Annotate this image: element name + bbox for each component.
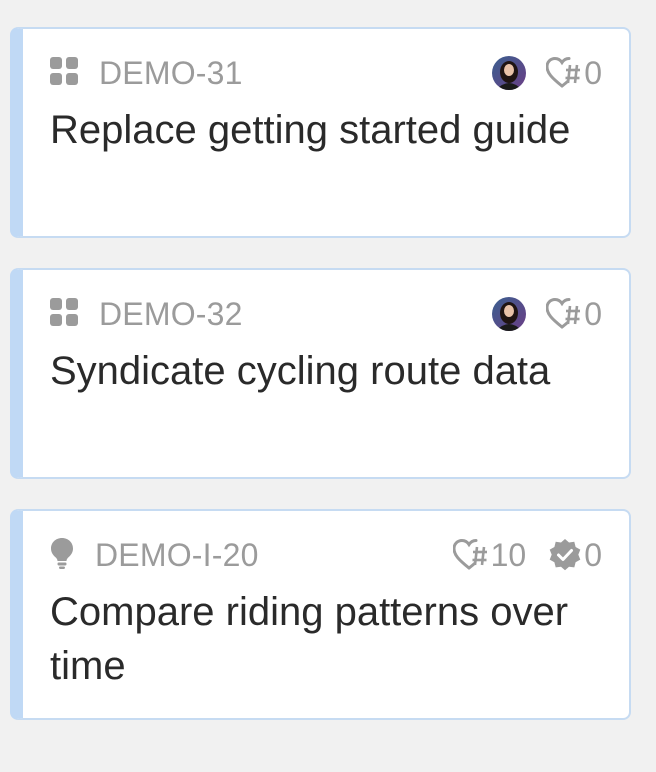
card-meta: DEMO-32 0 <box>50 294 602 334</box>
heart-hash-icon <box>546 57 581 88</box>
card-ref-id[interactable]: DEMO-I-20 <box>95 537 259 574</box>
heart-hash-icon <box>546 298 581 329</box>
lightbulb-icon <box>50 537 74 574</box>
feature-grid-icon <box>50 297 78 331</box>
vote-count: 0 <box>584 54 602 91</box>
vote-count: 10 <box>490 536 527 573</box>
feature-grid-icon <box>50 56 78 90</box>
approvals-stat[interactable]: 0 <box>548 537 602 574</box>
record-card[interactable]: DEMO-32 0 Syndicate cycling route data <box>10 268 631 479</box>
card-reference: DEMO-31 <box>50 55 243 92</box>
card-meta: DEMO-31 0 <box>50 53 602 93</box>
card-stats: 10 0 <box>452 536 602 574</box>
card-reference: DEMO-I-20 <box>50 537 259 574</box>
votes-stat[interactable]: 0 <box>546 296 602 333</box>
votes-stat[interactable]: 0 <box>546 55 602 92</box>
record-card[interactable]: DEMO-I-20 10 0 Compare riding patterns o… <box>10 509 631 720</box>
avatar[interactable] <box>492 297 527 331</box>
avatar[interactable] <box>492 56 527 90</box>
card-stats: 0 <box>492 296 602 333</box>
votes-stat[interactable]: 10 <box>452 536 527 574</box>
card-meta: DEMO-I-20 10 0 <box>50 535 602 575</box>
board-column: DEMO-31 0 Replace getting started guide … <box>0 0 656 772</box>
verified-badge-icon <box>549 539 581 571</box>
card-stats: 0 <box>492 55 602 92</box>
approval-count: 0 <box>584 536 602 573</box>
vote-count: 0 <box>584 295 602 332</box>
card-title[interactable]: Syndicate cycling route data <box>50 344 609 398</box>
record-card[interactable]: DEMO-31 0 Replace getting started guide <box>10 27 631 238</box>
card-reference: DEMO-32 <box>50 296 243 333</box>
card-title[interactable]: Compare riding patterns over time <box>50 585 609 693</box>
card-title[interactable]: Replace getting started guide <box>50 103 609 157</box>
card-ref-id[interactable]: DEMO-32 <box>99 296 243 333</box>
heart-hash-icon <box>452 539 487 570</box>
card-ref-id[interactable]: DEMO-31 <box>99 55 243 92</box>
